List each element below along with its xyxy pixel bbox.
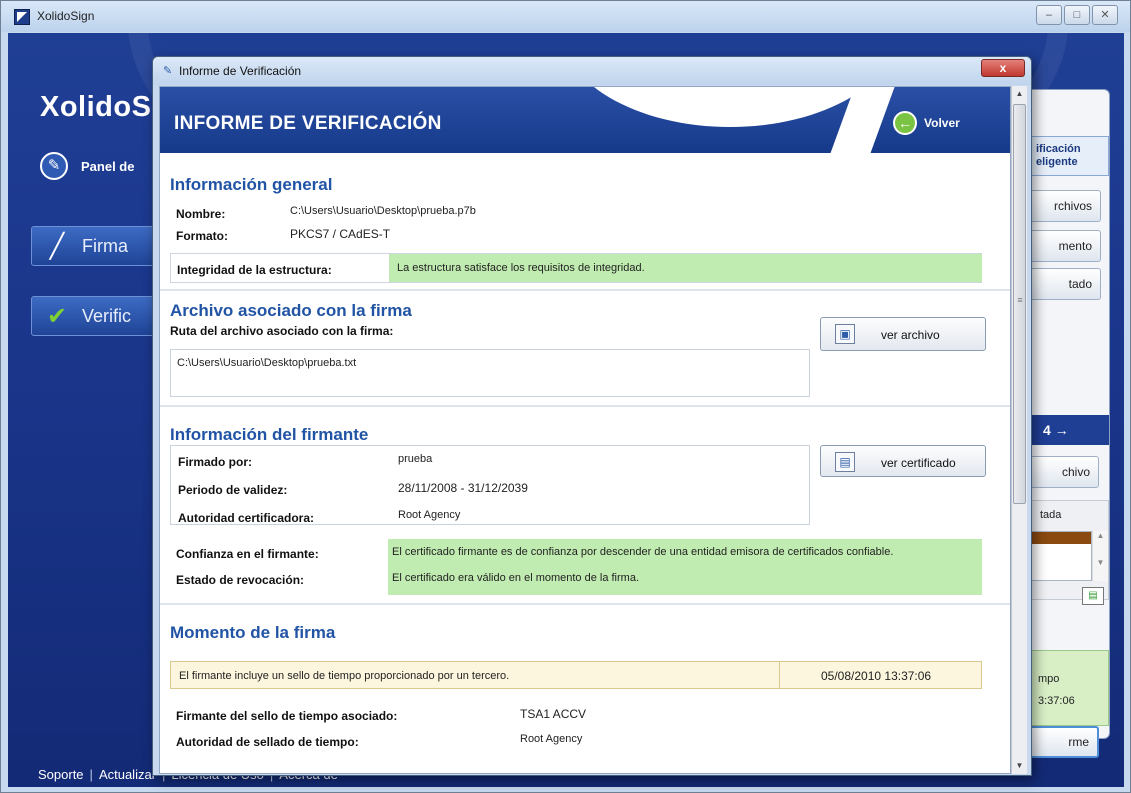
maximize-button[interactable]: □	[1064, 5, 1090, 25]
ruta-value: C:\Users\Usuario\Desktop\prueba.txt	[177, 357, 357, 369]
pen-icon: ╱	[49, 232, 65, 260]
periodo-value: 28/11/2008 - 31/12/2039	[398, 481, 528, 495]
checkmark-icon: ✔	[46, 302, 68, 330]
document-icon: ▣	[835, 324, 855, 344]
tab-label-line-2: eligente	[1036, 156, 1078, 168]
ver-certificado-label: ver certificado	[881, 456, 956, 470]
list-box-panel: tada ▲ ▼ ▤	[1021, 500, 1109, 605]
momento-button[interactable]: mento	[1021, 230, 1101, 262]
sello-fecha: 05/08/2010 13:37:06	[821, 669, 932, 683]
list-item-selected[interactable]	[1027, 532, 1091, 544]
minimize-button[interactable]: –	[1036, 5, 1062, 25]
integridad-row: Integridad de la estructura: La estructu…	[170, 253, 982, 283]
window-title: XolidoSign	[37, 9, 95, 23]
volver-label: Volver	[924, 116, 960, 130]
nombre-value: C:\Users\Usuario\Desktop\prueba.p7b	[290, 205, 476, 217]
sello-tiempo-row: El firmante incluye un sello de tiempo p…	[170, 661, 982, 689]
section-divider	[160, 405, 1010, 407]
section-title-momento: Momento de la firma	[170, 623, 336, 642]
certificate-icon[interactable]: ▤	[1082, 587, 1104, 605]
timestamp-status-box: mpo 3:37:06	[1021, 650, 1109, 726]
volver-button[interactable]: ← Volver	[893, 111, 960, 135]
formato-label: Formato:	[176, 229, 228, 243]
archivos-button[interactable]: rchivos	[1021, 190, 1101, 222]
scroll-thumb[interactable]: ≡	[1013, 104, 1026, 504]
footer-separator: |	[89, 767, 93, 782]
section-divider	[160, 289, 1010, 291]
confianza-value: El certificado firmante es de confianza …	[392, 546, 894, 558]
tsa-label: Firmante del sello de tiempo asociado:	[176, 709, 398, 723]
autoridad-sellado-value: Root Agency	[520, 733, 583, 745]
confianza-label: Confianza en el firmante:	[176, 547, 319, 561]
certificate-icon: ▤	[835, 452, 855, 472]
revocacion-value: El certificado era válido en el momento …	[392, 572, 640, 584]
autoridad-label: Autoridad certificadora:	[178, 511, 315, 525]
revocacion-label: Estado de revocación:	[176, 573, 305, 587]
report-header: INFORME DE VERIFICACIÓN ← Volver	[160, 87, 1010, 153]
formato-value: PKCS7 / CAdES-T	[290, 227, 391, 241]
sello-separator	[779, 662, 780, 688]
integridad-label: Integridad de la estructura:	[177, 263, 332, 277]
brand-logo: XolidoS	[40, 91, 152, 123]
integridad-status-box: La estructura satisface los requisitos d…	[389, 254, 982, 282]
report-content: INFORME DE VERIFICACIÓN ← Volver Informa…	[159, 86, 1011, 774]
list-box-label: tada	[1040, 509, 1062, 521]
right-panel: ificación eligente rchivos mento tado 4 …	[1020, 89, 1110, 758]
window-controls: – □ ✕	[1036, 5, 1118, 25]
archivo-button[interactable]: chivo	[1021, 456, 1099, 488]
actualizar-link[interactable]: Actualizar	[99, 767, 156, 782]
informe-button[interactable]: rme	[1021, 726, 1099, 758]
firma-label: Firma	[82, 235, 128, 256]
section-title-general: Información general	[170, 175, 333, 194]
estado-button[interactable]: tado	[1021, 268, 1101, 300]
periodo-label: Periodo de validez:	[178, 483, 288, 497]
section-title-firmante: Información del firmante	[170, 425, 369, 444]
ver-archivo-button[interactable]: ▣ ver archivo	[820, 317, 986, 351]
close-button[interactable]: ✕	[1092, 5, 1118, 25]
ruta-field[interactable]: C:\Users\Usuario\Desktop\prueba.txt	[170, 349, 810, 397]
section-title-archivo: Archivo asociado con la firma	[170, 301, 412, 320]
autoridad-sellado-label: Autoridad de sellado de tiempo:	[176, 735, 359, 749]
section-divider	[160, 603, 1010, 605]
file-list[interactable]	[1026, 531, 1092, 581]
dialog-icon: ✎	[163, 65, 173, 77]
nombre-label: Nombre:	[176, 207, 226, 221]
integridad-value: La estructura satisface los requisitos d…	[397, 262, 645, 274]
dialog-close-button[interactable]: x	[981, 59, 1025, 77]
dialog-scrollbar[interactable]: ▲ ≡ ▼	[1011, 86, 1027, 774]
ruta-label: Ruta del archivo asociado con la firma:	[170, 324, 394, 338]
sello-text: El firmante incluye un sello de tiempo p…	[179, 670, 510, 682]
app-logo-icon	[14, 9, 30, 25]
panel-link[interactable]: ✎ Panel de	[40, 152, 134, 180]
tab-label-line-1: ificación	[1036, 143, 1081, 155]
dialog-titlebar: ✎ Informe de Verificación x	[153, 57, 1031, 85]
scroll-up-icon[interactable]: ▲	[1012, 86, 1027, 102]
tsa-value: TSA1 ACCV	[520, 707, 587, 721]
wrench-icon: ✎	[40, 152, 68, 180]
soporte-link[interactable]: Soporte	[38, 767, 84, 782]
back-arrow-icon: ←	[893, 111, 917, 135]
list-scrollbar[interactable]: ▲ ▼	[1092, 531, 1108, 581]
ver-certificado-button[interactable]: ▤ ver certificado	[820, 445, 986, 477]
timestamp-status-line-2: 3:37:06	[1038, 695, 1075, 707]
verificacion-inteligente-tab[interactable]: ificación eligente	[1021, 136, 1109, 176]
scroll-grip-icon: ≡	[1017, 295, 1023, 305]
panel-label: Panel de	[81, 158, 135, 174]
step-indicator: 4 →	[1021, 415, 1109, 445]
scroll-down-icon[interactable]: ▼	[1012, 758, 1027, 774]
timestamp-status-line-1: mpo	[1038, 673, 1060, 685]
report-title: INFORME DE VERIFICACIÓN	[174, 113, 442, 134]
verification-report-dialog: ✎ Informe de Verificación x INFORME DE V…	[152, 56, 1032, 776]
verificar-label: Verific	[82, 305, 132, 326]
main-titlebar: XolidoSign – □ ✕	[1, 1, 1130, 32]
ver-archivo-label: ver archivo	[881, 328, 940, 342]
autoridad-value: Root Agency	[398, 509, 461, 521]
firmado-label: Firmado por:	[178, 455, 252, 469]
dialog-title: Informe de Verificación	[179, 64, 302, 78]
firmado-value: prueba	[398, 453, 433, 465]
